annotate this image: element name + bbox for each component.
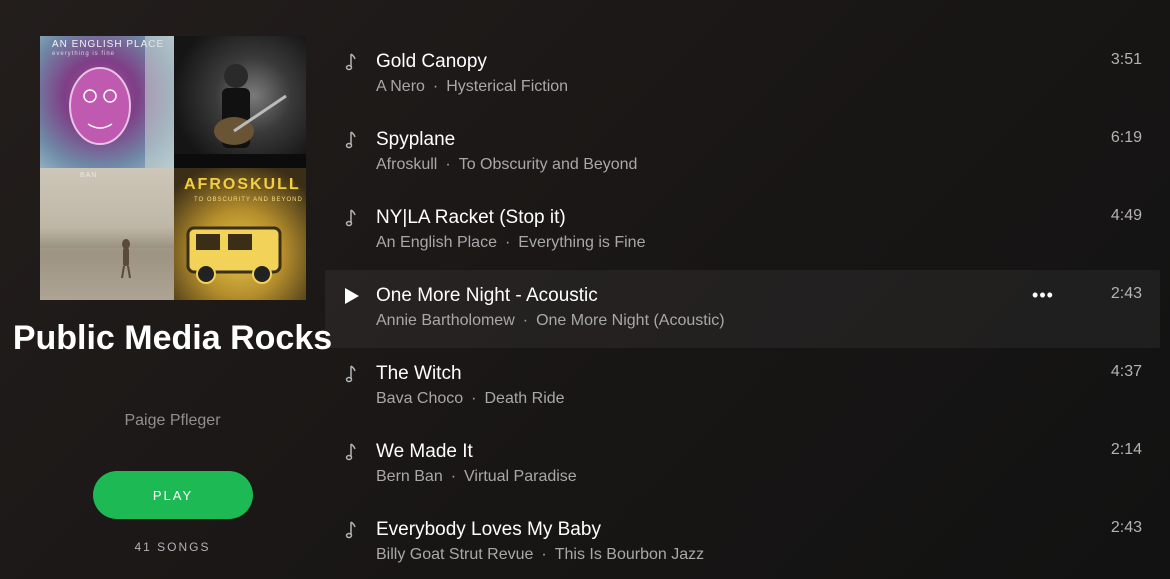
track-row[interactable]: NY|LA Racket (Stop it) An English Place ·… [325,192,1160,270]
van-illustration-icon [186,226,282,284]
track-artist[interactable]: Billy Goat Strut Revue [376,546,533,563]
play-button[interactable]: PLAY [93,471,253,519]
guitarist-photo-icon [174,64,306,168]
cover-tile-guitarist [174,36,306,168]
track-title: Everybody Loves My Baby [376,519,601,540]
track-artist[interactable]: A Nero [376,78,425,95]
playlist-cover[interactable]: AN ENGLISH PLACE everything is fine BAN … [40,36,306,300]
track-row[interactable]: The Witch Bava Choco · Death Ride 4:37 [325,348,1160,426]
separator: · [522,312,529,329]
cover-tile-beach: BAN [40,168,174,300]
playlist-sidebar: AN ENGLISH PLACE everything is fine BAN … [0,0,345,579]
beach-photo-icon [40,239,174,300]
separator: · [450,468,457,485]
track-title: NY|LA Racket (Stop it) [376,207,566,228]
track-title: Gold Canopy [376,51,487,72]
track-duration: 6:19 [1110,129,1142,146]
separator: · [445,156,451,173]
separator: · [541,546,547,563]
track-album[interactable]: Everything is Fine [518,234,645,251]
separator: · [471,390,477,407]
play-icon[interactable] [342,286,362,306]
track-title: We Made It [376,441,473,462]
playlist-title: Public Media Rocks [12,319,333,357]
more-options-button[interactable]: ••• [1031,285,1055,305]
face-drawing-icon [69,36,174,168]
track-duration: 2:43 [1110,519,1142,536]
track-title: Spyplane [376,129,456,150]
separator: · [504,234,511,251]
track-row[interactable]: Gold Canopy A Nero · Hysterical Fiction 3:… [325,36,1160,114]
playlist-owner[interactable]: Paige Pfleger [0,412,345,430]
track-album[interactable]: Death Ride [485,390,565,407]
cover-tile-afroskull: AFROSKULL TO OBSCURITY AND BEYOND [174,168,306,300]
track-row[interactable]: We Made It Bern Ban · Virtual Paradise 2:1… [325,426,1160,504]
track-artist[interactable]: Afroskull [376,156,437,173]
music-note-icon [342,364,362,384]
music-note-icon [342,52,362,72]
track-meta: Bava Choco · Death Ride [376,390,565,408]
track-meta: A Nero · Hysterical Fiction [376,78,568,96]
track-album[interactable]: Virtual Paradise [464,468,577,485]
track-duration: 2:14 [1110,441,1142,458]
track-meta: Annie Bartholomew · One More Night (Acoust… [376,312,725,330]
track-row-active[interactable]: One More Night - Acoustic Annie Bartholo… [325,270,1160,348]
track-title: The Witch [376,363,462,384]
track-album[interactable]: Hysterical Fiction [446,78,568,95]
track-duration: 4:37 [1110,363,1142,380]
track-row[interactable]: Everybody Loves My Baby Billy Goat Strut… [325,504,1160,579]
track-duration: 2:43 [1110,285,1142,302]
track-duration: 4:49 [1110,207,1142,224]
app: AN ENGLISH PLACE everything is fine BAN … [0,0,1170,579]
track-meta: Bern Ban · Virtual Paradise [376,468,577,486]
track-meta: An English Place · Everything is Fine [376,234,645,252]
track-album[interactable]: To Obscurity and Beyond [459,156,638,173]
track-list: Gold Canopy A Nero · Hysterical Fiction 3:… [325,36,1160,579]
track-meta: Afroskull · To Obscurity and Beyond [376,156,637,174]
cover-tile-english-place: AN ENGLISH PLACE everything is fine [40,36,174,168]
track-duration: 3:51 [1110,51,1142,68]
track-row[interactable]: Spyplane Afroskull · To Obscurity and Beyo… [325,114,1160,192]
track-artist[interactable]: Annie Bartholomew [376,312,515,329]
music-note-icon [342,442,362,462]
song-count: 41 SONGS [134,540,211,554]
music-note-icon [342,130,362,150]
track-artist[interactable]: Bava Choco [376,390,463,407]
track-artist[interactable]: Bern Ban [376,468,443,485]
track-album[interactable]: This Is Bourbon Jazz [555,546,704,563]
track-album[interactable]: One More Night (Acoustic) [536,312,725,329]
music-note-icon [342,520,362,540]
track-title: One More Night - Acoustic [376,285,598,306]
music-note-icon [342,208,362,228]
track-meta: Billy Goat Strut Revue · This Is Bourbon J… [376,546,704,564]
track-artist[interactable]: An English Place [376,234,497,251]
separator: · [432,78,439,95]
